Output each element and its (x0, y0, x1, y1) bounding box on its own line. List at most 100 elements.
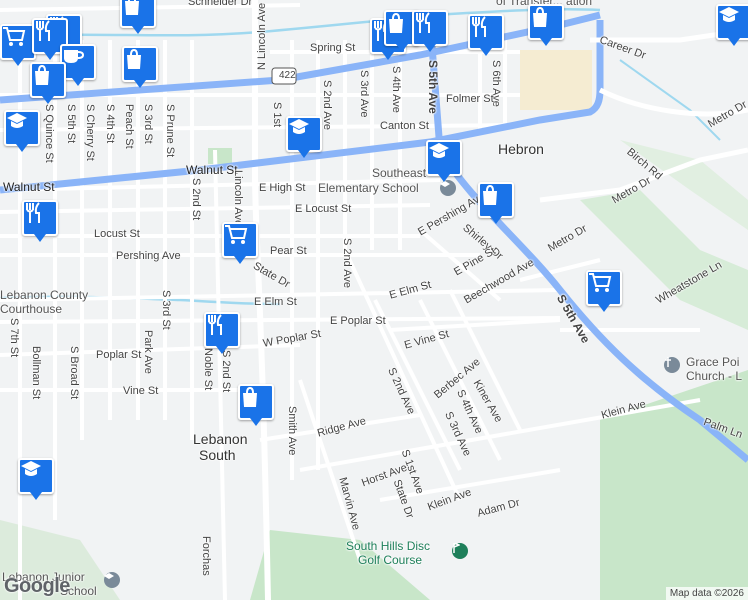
map-marker-shopping-cart[interactable] (0, 24, 36, 66)
marker-pointer (132, 26, 144, 34)
stream (619, 59, 721, 141)
street-label: E High St (259, 182, 306, 194)
marker-pointer (216, 346, 228, 354)
poi-label-golf[interactable]: Golf Course (358, 553, 422, 567)
map-marker-school[interactable] (716, 4, 748, 46)
poi-label-golf[interactable]: South Hills Disc (346, 539, 430, 553)
map-marker-shopping-bag[interactable] (30, 62, 66, 104)
shopping-cart-icon (0, 24, 36, 60)
marker-pointer (598, 304, 610, 312)
marker-pointer (234, 256, 246, 264)
street-label: Folmer St (446, 93, 494, 105)
marker-pointer (134, 80, 146, 88)
marker-pointer (30, 492, 42, 500)
map-marker-shopping-bag[interactable] (238, 384, 274, 426)
street-label: Lincoln Ave (232, 170, 244, 227)
school-icon (286, 116, 322, 152)
map-marker-dining[interactable] (468, 14, 504, 56)
map-marker-shopping-bag[interactable] (478, 182, 514, 224)
marker-pointer (424, 44, 436, 52)
map-marker-shopping-bag[interactable] (528, 4, 564, 46)
street-label: S 5th Ave (426, 60, 440, 114)
street-label: S 2nd Ave (321, 80, 333, 130)
marker-pointer (540, 38, 552, 46)
street-label: Peach St (123, 104, 135, 149)
street-label: Canton St (380, 120, 429, 132)
shopping-bag-icon (238, 384, 274, 420)
street-label: Walnut St (3, 180, 55, 194)
golf-pin-icon[interactable] (452, 543, 468, 559)
dining-icon (468, 14, 504, 50)
street-label: S Broad St (68, 346, 80, 400)
street-label: Noble St (202, 348, 214, 391)
school-icon (18, 458, 54, 494)
shopping-cart-icon (586, 270, 622, 306)
street-label: E Poplar St (330, 315, 386, 327)
street-label: Spring St (310, 42, 356, 54)
street-label: Bollman St (30, 346, 42, 400)
map-marker-shopping-cart[interactable] (222, 222, 258, 264)
poi-label-church[interactable]: Church - L (686, 369, 742, 383)
school-pin-icon[interactable] (104, 572, 120, 588)
map-marker-school[interactable] (426, 140, 462, 182)
church-pin-icon[interactable] (664, 357, 680, 373)
map-marker-shopping-cart[interactable] (586, 270, 622, 312)
street-label: S Quince St (43, 104, 55, 163)
street-label: Park Ave (142, 330, 154, 374)
shopping-bag-icon (30, 62, 66, 98)
street-label: Forchas (200, 536, 212, 576)
map-marker-dining[interactable] (412, 10, 448, 52)
street-label: Locust St (94, 228, 140, 240)
poi-label-courthouse[interactable]: Lebanon County (0, 288, 88, 302)
poi-label-school[interactable]: Elementary School (318, 181, 419, 195)
map-marker-school[interactable] (18, 458, 54, 500)
street-label: S 4th St (104, 104, 116, 144)
street-label: S 5th St (65, 104, 77, 144)
street-label: E Locust St (295, 203, 352, 215)
park-area (208, 148, 232, 164)
poi-label-church[interactable]: Grace Poi (686, 355, 739, 369)
map-base (0, 0, 748, 600)
google-logo: Google (4, 575, 70, 597)
street-label: E Elm St (254, 296, 297, 308)
marker-pointer (16, 144, 28, 152)
shopping-bag-icon (120, 0, 156, 28)
marker-pointer (382, 52, 394, 60)
marker-pointer (438, 174, 450, 182)
dining-icon (412, 10, 448, 46)
dining-icon (204, 312, 240, 348)
map-marker-shopping-bag[interactable] (122, 46, 158, 88)
marker-pointer (72, 78, 84, 86)
map-marker-dining[interactable] (204, 312, 240, 354)
street-label: S 2nd St (220, 350, 232, 393)
street-label: S 1st (271, 102, 283, 128)
poi-label-courthouse[interactable]: Courthouse (0, 302, 62, 316)
map-marker-school[interactable] (4, 110, 40, 152)
shopping-bag-icon (528, 4, 564, 40)
route-shield-label: 422 (279, 70, 296, 81)
map-canvas[interactable]: 422 Hebron Lebanon South Southeast Eleme… (0, 0, 748, 600)
street-label: S 3rd Ave (358, 70, 370, 118)
map-marker-school[interactable] (286, 116, 322, 158)
marker-pointer (480, 48, 492, 56)
marker-pointer (298, 150, 310, 158)
map-marker-dining[interactable] (22, 200, 58, 242)
marker-pointer (490, 216, 502, 224)
street-label: S Cherry St (84, 104, 96, 161)
poi-label-school[interactable]: Southeast (372, 166, 426, 180)
school-icon (716, 4, 748, 40)
marker-pointer (250, 418, 262, 426)
map-attribution[interactable]: Map data ©2026 (665, 587, 748, 600)
street-label: Schneider Dr (188, 0, 253, 8)
street-label: Poplar St (96, 349, 142, 361)
map-marker-shopping-bag[interactable] (120, 0, 156, 34)
marker-pointer (396, 44, 408, 52)
marker-pointer (44, 52, 56, 60)
marker-pointer (728, 38, 740, 46)
street-label: S 2nd Ave (341, 238, 353, 288)
street-label: S 3rd St (160, 290, 172, 330)
street-label: Walnut St (186, 163, 238, 177)
street-label: Vine St (123, 385, 159, 397)
school-icon (4, 110, 40, 146)
school-pin-icon[interactable] (440, 180, 456, 196)
